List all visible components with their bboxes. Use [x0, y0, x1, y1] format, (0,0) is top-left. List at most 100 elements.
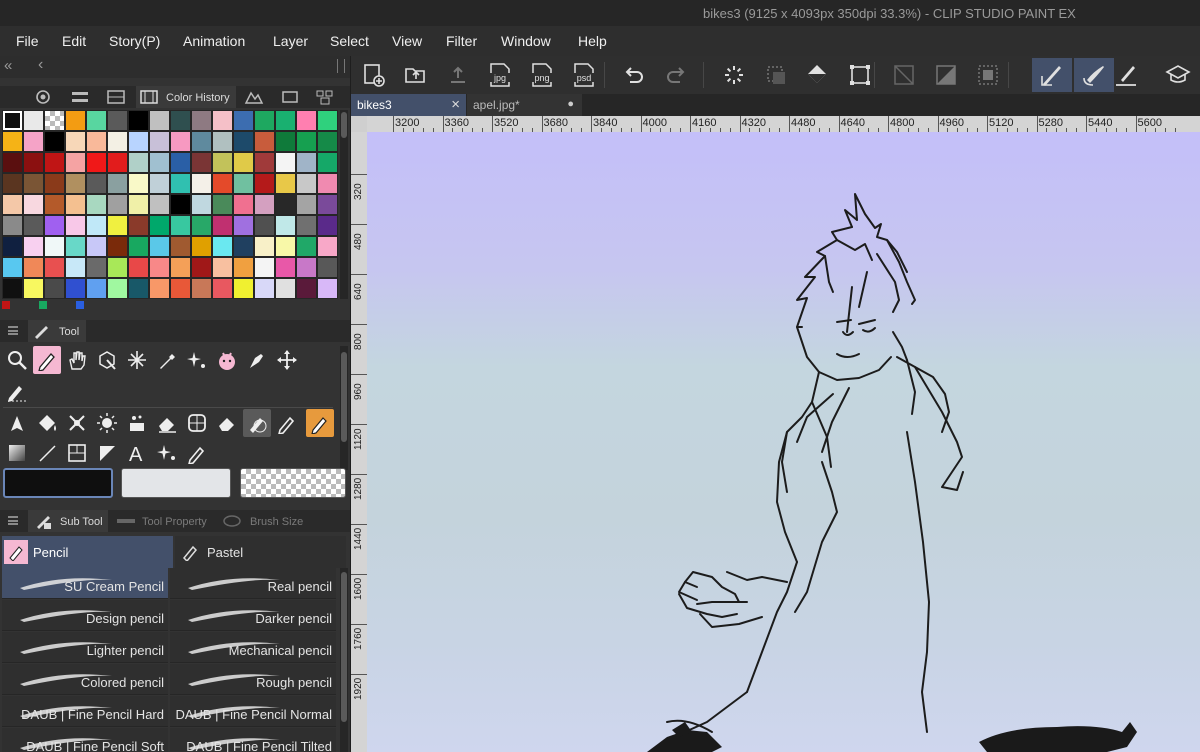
ink-pen-tool-icon[interactable]: [3, 409, 31, 437]
new-document-icon[interactable]: [359, 60, 389, 90]
color-swatch[interactable]: [23, 215, 44, 236]
pen-edit-tool-icon[interactable]: [3, 377, 31, 405]
dock-grip-icon[interactable]: [337, 59, 345, 73]
move-tool-icon[interactable]: [273, 346, 301, 374]
color-swatch[interactable]: [233, 236, 254, 257]
layer-search-tab-icon[interactable]: [315, 89, 335, 105]
color-swatch[interactable]: [2, 173, 23, 194]
color-swatch[interactable]: [170, 257, 191, 278]
color-swatch[interactable]: [212, 194, 233, 215]
color-swatch[interactable]: [191, 173, 212, 194]
correction-tool-icon[interactable]: [183, 439, 211, 467]
fill-icon[interactable]: [803, 60, 833, 90]
character-tool-icon[interactable]: [213, 346, 241, 374]
zoom-tool-icon[interactable]: [3, 346, 31, 374]
sub-color-box[interactable]: [121, 468, 231, 498]
color-swatch[interactable]: [86, 236, 107, 257]
color-swatch[interactable]: [212, 110, 233, 131]
brush-item[interactable]: DAUB | Fine Pencil Hard: [2, 696, 168, 727]
close-tab-icon[interactable]: ×: [451, 96, 460, 113]
color-swatch[interactable]: [275, 173, 296, 194]
frame-tool-icon[interactable]: [63, 439, 91, 467]
color-swatch[interactable]: [149, 194, 170, 215]
color-swatch[interactable]: [296, 236, 317, 257]
color-swatch[interactable]: [23, 257, 44, 278]
open-icon[interactable]: [401, 60, 431, 90]
menu-filter[interactable]: Filter: [446, 33, 477, 49]
snap-grid-icon[interactable]: [973, 60, 1003, 90]
snap-ruler-icon[interactable]: [931, 60, 961, 90]
color-swatch[interactable]: [23, 152, 44, 173]
color-swatch[interactable]: [317, 278, 338, 299]
cap-icon[interactable]: [1163, 60, 1193, 90]
menu-select[interactable]: Select: [330, 33, 369, 49]
color-swatch[interactable]: [44, 257, 65, 278]
color-swatch[interactable]: [44, 215, 65, 236]
color-swatch[interactable]: [296, 215, 317, 236]
color-swatch[interactable]: [170, 278, 191, 299]
color-swatch[interactable]: [65, 257, 86, 278]
text-tool-icon[interactable]: A: [123, 439, 151, 467]
menu-animation[interactable]: Animation: [183, 33, 245, 49]
operation-tool-icon[interactable]: [93, 346, 121, 374]
color-swatch[interactable]: [317, 215, 338, 236]
drawing-canvas[interactable]: [367, 132, 1200, 752]
menu-view[interactable]: View: [392, 33, 422, 49]
group-pencil[interactable]: Pencil: [2, 536, 173, 568]
color-swatch[interactable]: [233, 152, 254, 173]
color-swatch[interactable]: [275, 152, 296, 173]
brush-scrollbar[interactable]: [340, 568, 348, 752]
color-swatch[interactable]: [254, 278, 275, 299]
menu-story[interactable]: Story(P): [109, 33, 160, 49]
color-swatch[interactable]: [296, 110, 317, 131]
unsaved-dot-icon[interactable]: ●: [567, 98, 574, 110]
color-swatch[interactable]: [128, 257, 149, 278]
color-swatch[interactable]: [65, 236, 86, 257]
color-swatch[interactable]: [254, 215, 275, 236]
color-swatch[interactable]: [254, 131, 275, 152]
color-swatch[interactable]: [44, 152, 65, 173]
color-swatch[interactable]: [191, 110, 212, 131]
color-swatch[interactable]: [107, 215, 128, 236]
color-swatch[interactable]: [149, 131, 170, 152]
color-swatch[interactable]: [212, 131, 233, 152]
color-swatch[interactable]: [233, 278, 254, 299]
color-swatch[interactable]: [254, 257, 275, 278]
color-swatch[interactable]: [317, 173, 338, 194]
brush-item[interactable]: Mechanical pencil: [170, 632, 336, 663]
color-swatch[interactable]: [65, 152, 86, 173]
color-swatch[interactable]: [65, 131, 86, 152]
tab-tool[interactable]: Tool: [28, 320, 86, 342]
airbrush-tool-icon[interactable]: [93, 409, 121, 437]
color-swatch[interactable]: [233, 173, 254, 194]
color-swatch[interactable]: [65, 173, 86, 194]
tab-brush-size[interactable]: Brush Size: [220, 510, 310, 532]
color-wheel-tab-icon[interactable]: [33, 89, 53, 105]
export-psd-icon[interactable]: psd: [569, 60, 599, 90]
color-swatch[interactable]: [86, 110, 107, 131]
highlight-pen-tool-icon[interactable]: [306, 409, 334, 437]
color-swatch[interactable]: [296, 257, 317, 278]
export-jpg-icon[interactable]: jpg: [485, 60, 515, 90]
color-swatch[interactable]: [191, 278, 212, 299]
brush-item[interactable]: DAUB | Fine Pencil Tilted: [170, 728, 336, 752]
brush-item[interactable]: Darker pencil: [170, 600, 336, 631]
color-swatch[interactable]: [254, 236, 275, 257]
pen-stabilize-icon[interactable]: [1111, 60, 1141, 90]
color-swatch[interactable]: [317, 152, 338, 173]
menu-edit[interactable]: Edit: [62, 33, 86, 49]
horizontal-ruler[interactable]: 3200 3360 3520 3680 3840 4000 4160 4320 4480 4640…: [367, 116, 1200, 133]
undo-icon[interactable]: [619, 60, 649, 90]
color-swatch[interactable]: [254, 110, 275, 131]
blend-tool-icon[interactable]: [63, 409, 91, 437]
color-swatch[interactable]: [233, 110, 254, 131]
color-swatch[interactable]: [296, 194, 317, 215]
color-swatch[interactable]: [65, 110, 86, 131]
menu-layer[interactable]: Layer: [273, 33, 308, 49]
color-swatch[interactable]: [191, 236, 212, 257]
color-swatch[interactable]: [86, 257, 107, 278]
color-swatch[interactable]: [296, 278, 317, 299]
color-swatch[interactable]: [23, 173, 44, 194]
color-swatch[interactable]: [212, 152, 233, 173]
color-swatch[interactable]: [86, 131, 107, 152]
